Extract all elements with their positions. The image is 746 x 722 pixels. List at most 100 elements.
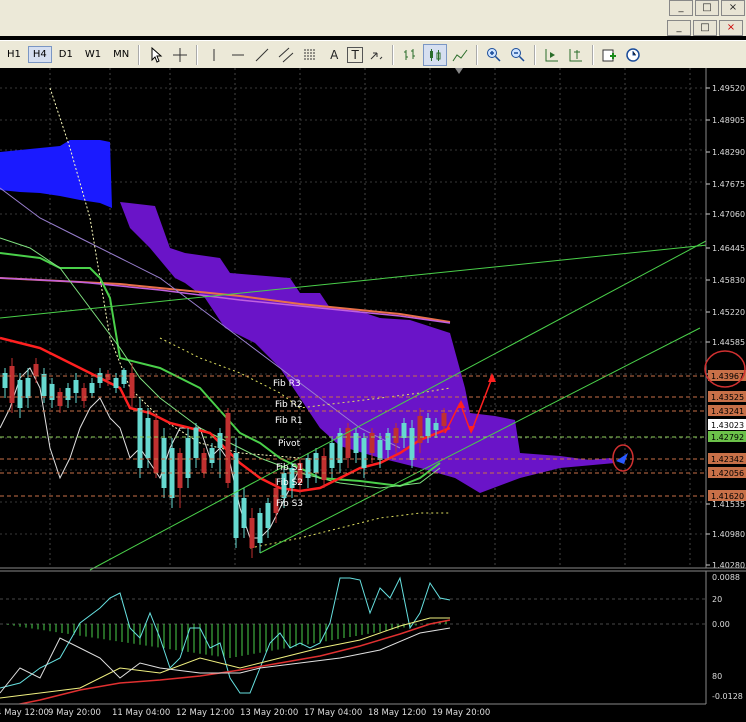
price-tick-label: 1.40980 bbox=[712, 530, 745, 539]
pivot-label: Fib S1 bbox=[276, 463, 303, 473]
candle-body bbox=[329, 443, 335, 468]
candle-body bbox=[249, 518, 255, 548]
zoom-in-icon[interactable] bbox=[483, 45, 505, 65]
chart-close-button[interactable]: × bbox=[719, 20, 743, 36]
candle-body bbox=[161, 438, 167, 488]
candle-body bbox=[33, 364, 39, 376]
osc-tick-label: 0.0088 bbox=[712, 573, 740, 582]
price-tick-label: 1.49520 bbox=[712, 84, 745, 93]
timeframe-w1[interactable]: W1 bbox=[80, 46, 106, 63]
price-marker-label: 1.43967 bbox=[711, 372, 744, 381]
candle-body bbox=[49, 384, 55, 400]
candle-body bbox=[121, 370, 127, 384]
candle-body bbox=[25, 378, 31, 398]
cursor-icon[interactable] bbox=[145, 45, 167, 65]
candle-body bbox=[377, 440, 383, 460]
chart-maximize-button[interactable]: □ bbox=[693, 20, 717, 36]
equidistant-channel-icon[interactable] bbox=[275, 45, 297, 65]
candle-body bbox=[57, 392, 63, 406]
osc-tick-label: 0.00 bbox=[712, 620, 730, 629]
price-tick-label: 1.48905 bbox=[712, 116, 745, 125]
pivot-label: Pivot bbox=[278, 439, 301, 449]
vertical-line-icon[interactable] bbox=[203, 45, 225, 65]
price-marker-label: 1.42056 bbox=[711, 469, 744, 478]
candle-body bbox=[257, 513, 263, 543]
toolbar-separator bbox=[392, 44, 395, 65]
candle-body bbox=[425, 418, 431, 436]
zoom-out-icon[interactable] bbox=[507, 45, 529, 65]
indicators-icon[interactable] bbox=[599, 45, 621, 65]
candle-body bbox=[193, 428, 199, 458]
line-chart-icon[interactable] bbox=[449, 45, 471, 65]
candle-body bbox=[97, 373, 103, 383]
candle-body bbox=[393, 428, 399, 443]
candle-body bbox=[129, 373, 135, 398]
candle-body bbox=[17, 380, 23, 408]
time-axis: 4 May 12:00 9 May 20:00 11 May 04:00 12 May… bbox=[0, 708, 490, 718]
candle-body bbox=[2, 373, 8, 388]
candle-body bbox=[305, 458, 311, 478]
trendline-icon[interactable] bbox=[251, 45, 273, 65]
toolbar-separator bbox=[196, 44, 199, 65]
candle-body bbox=[89, 383, 95, 393]
candle-body bbox=[441, 413, 447, 426]
chart-area[interactable]: 1.49520 1.48905 1.48290 1.47675 1.47060 1.464… bbox=[0, 68, 746, 718]
price-tick-label: 1.47675 bbox=[712, 180, 745, 189]
time-tick-label: 18 May 12:00 bbox=[368, 708, 426, 718]
candle-body bbox=[385, 433, 391, 450]
candle-body bbox=[177, 453, 183, 488]
price-marker-label: 1.42792 bbox=[711, 433, 744, 442]
timeframe-d1[interactable]: D1 bbox=[54, 46, 78, 63]
toolbar-separator bbox=[592, 44, 595, 65]
candle-body bbox=[241, 498, 247, 528]
candle-body bbox=[209, 448, 215, 463]
price-marker-label: 1.43241 bbox=[711, 407, 744, 416]
candle-body bbox=[65, 388, 71, 400]
candle-body bbox=[353, 433, 359, 453]
time-tick-label: 12 May 12:00 bbox=[176, 708, 234, 718]
text-icon[interactable]: A bbox=[323, 45, 345, 65]
chart-shift-icon[interactable] bbox=[565, 45, 587, 65]
toolbar-separator bbox=[476, 44, 479, 65]
crosshair-icon[interactable] bbox=[169, 45, 191, 65]
minimize-button[interactable]: _ bbox=[669, 0, 693, 16]
text-label-icon[interactable]: T bbox=[347, 46, 364, 63]
timeframe-mn[interactable]: MN bbox=[108, 46, 134, 63]
periods-icon[interactable] bbox=[623, 45, 645, 65]
bar-chart-icon[interactable] bbox=[399, 45, 421, 65]
maximize-button[interactable]: □ bbox=[695, 0, 719, 16]
fibonacci-icon[interactable] bbox=[299, 45, 321, 65]
candles-icon[interactable] bbox=[423, 43, 448, 66]
price-marker-label: 1.43023 bbox=[711, 421, 744, 430]
candle-body bbox=[321, 456, 327, 480]
window-controls: _ □ × bbox=[668, 0, 746, 16]
horizontal-line-icon[interactable] bbox=[227, 45, 249, 65]
chart-window-controls: _ □ × bbox=[666, 20, 744, 36]
pivot-label: Fib R2 bbox=[275, 400, 303, 410]
close-button[interactable]: × bbox=[721, 0, 745, 16]
timeframe-h1[interactable]: H1 bbox=[2, 46, 26, 63]
chart-toolbar: H1 H4 D1 W1 MN A T bbox=[0, 40, 746, 69]
timeframe-h4[interactable]: H4 bbox=[27, 46, 52, 63]
time-tick-label: 13 May 20:00 bbox=[240, 708, 298, 718]
candle-body bbox=[433, 423, 439, 430]
pivot-label: Fib R3 bbox=[273, 379, 301, 389]
osc-tick-label: 20 bbox=[712, 595, 722, 604]
time-tick-label: 11 May 04:00 bbox=[112, 708, 170, 718]
window-title-strip: _ □ × _ □ × bbox=[0, 0, 746, 36]
chart-minimize-button[interactable]: _ bbox=[667, 20, 691, 36]
time-tick-label: 17 May 04:00 bbox=[304, 708, 362, 718]
candle-body bbox=[417, 416, 423, 443]
candle-body bbox=[185, 438, 191, 478]
osc-tick-label: -0.0128 bbox=[712, 692, 743, 701]
candle-body bbox=[105, 374, 111, 380]
arrows-icon[interactable] bbox=[365, 45, 387, 65]
time-tick-label: 19 May 20:00 bbox=[432, 708, 490, 718]
time-tick-label: 4 May 12:00 bbox=[0, 708, 49, 718]
candle-body bbox=[153, 420, 159, 473]
price-marker-label: 1.41620 bbox=[711, 492, 744, 501]
auto-scroll-icon[interactable] bbox=[541, 45, 563, 65]
time-tick-label: 9 May 20:00 bbox=[48, 708, 101, 718]
candle-body bbox=[201, 453, 207, 473]
price-tick-label: 1.45220 bbox=[712, 308, 745, 317]
